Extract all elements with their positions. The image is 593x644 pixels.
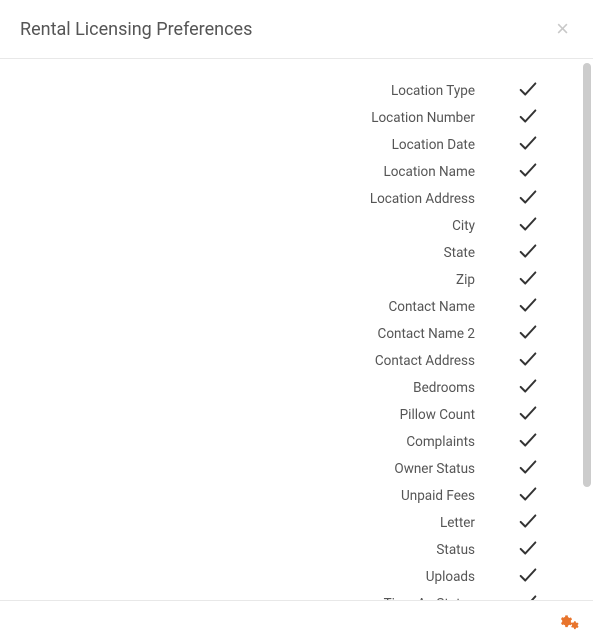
preference-toggle[interactable]	[493, 240, 563, 266]
preference-row: Pillow Count	[10, 401, 563, 428]
preference-label: Location Address	[370, 191, 475, 207]
check-icon	[517, 213, 539, 239]
preference-label: Location Type	[391, 83, 475, 99]
preference-toggle[interactable]	[493, 321, 563, 347]
preference-row: Status	[10, 536, 563, 563]
preference-toggle[interactable]	[493, 267, 563, 293]
preference-row: Location Address	[10, 185, 563, 212]
preference-row: Contact Name 2	[10, 320, 563, 347]
check-icon	[517, 510, 539, 536]
preference-label: Location Name	[383, 164, 475, 180]
check-icon	[517, 321, 539, 347]
preferences-list: Location Type Location Number Location Dat…	[10, 77, 563, 600]
preference-label: Contact Name 2	[378, 326, 475, 342]
modal-body: Location Type Location Number Location Dat…	[0, 59, 593, 601]
settings-gear-icon[interactable]	[557, 613, 579, 635]
preference-label: Owner Status	[394, 461, 475, 477]
check-icon	[517, 105, 539, 131]
preference-label: Location Number	[371, 110, 475, 126]
check-icon	[517, 267, 539, 293]
check-icon	[517, 375, 539, 401]
preference-label: Uploads	[426, 569, 475, 585]
preference-toggle[interactable]	[493, 105, 563, 131]
preference-label: Contact Address	[375, 353, 475, 369]
preference-row: State	[10, 239, 563, 266]
check-icon	[517, 402, 539, 428]
preference-row: City	[10, 212, 563, 239]
close-icon: ×	[556, 16, 569, 41]
modal-header: Rental Licensing Preferences ×	[0, 0, 593, 59]
preference-label: City	[452, 218, 475, 234]
preference-toggle[interactable]	[493, 294, 563, 320]
preference-toggle[interactable]	[493, 483, 563, 509]
preference-row: Location Name	[10, 158, 563, 185]
modal-footer	[0, 604, 593, 644]
preference-row: Time As Status	[10, 590, 563, 600]
preference-label: Time As Status	[384, 596, 475, 601]
check-icon	[517, 483, 539, 509]
preference-toggle[interactable]	[493, 348, 563, 374]
preference-toggle[interactable]	[493, 591, 563, 601]
preference-row: Location Number	[10, 104, 563, 131]
preference-toggle[interactable]	[493, 78, 563, 104]
preference-label: Unpaid Fees	[401, 488, 475, 504]
preference-row: Unpaid Fees	[10, 482, 563, 509]
preference-toggle[interactable]	[493, 429, 563, 455]
preference-row: Zip	[10, 266, 563, 293]
preference-row: Bedrooms	[10, 374, 563, 401]
check-icon	[517, 294, 539, 320]
modal-title: Rental Licensing Preferences	[20, 19, 252, 40]
check-icon	[517, 456, 539, 482]
preference-label: Complaints	[406, 434, 475, 450]
preference-label: Letter	[440, 515, 475, 531]
preference-label: Location Date	[392, 137, 475, 153]
check-icon	[517, 591, 539, 601]
preference-toggle[interactable]	[493, 537, 563, 563]
scrollbar-thumb[interactable]	[583, 63, 591, 487]
check-icon	[517, 186, 539, 212]
preference-toggle[interactable]	[493, 564, 563, 590]
check-icon	[517, 78, 539, 104]
preference-row: Location Date	[10, 131, 563, 158]
preference-label: Status	[436, 542, 475, 558]
preference-row: Complaints	[10, 428, 563, 455]
preference-row: Location Type	[10, 77, 563, 104]
preference-row: Contact Address	[10, 347, 563, 374]
preference-toggle[interactable]	[493, 159, 563, 185]
preference-toggle[interactable]	[493, 402, 563, 428]
preference-row: Contact Name	[10, 293, 563, 320]
preference-label: Contact Name	[388, 299, 475, 315]
preference-toggle[interactable]	[493, 456, 563, 482]
preference-toggle[interactable]	[493, 213, 563, 239]
preference-label: Pillow Count	[400, 407, 475, 423]
preferences-scroll-area[interactable]: Location Type Location Number Location Dat…	[0, 59, 593, 600]
close-button[interactable]: ×	[552, 18, 573, 40]
preference-toggle[interactable]	[493, 375, 563, 401]
preference-row: Owner Status	[10, 455, 563, 482]
preference-label: Bedrooms	[413, 380, 475, 396]
check-icon	[517, 348, 539, 374]
check-icon	[517, 537, 539, 563]
preference-label: State	[444, 245, 475, 261]
preference-row: Letter	[10, 509, 563, 536]
check-icon	[517, 159, 539, 185]
preference-toggle[interactable]	[493, 510, 563, 536]
check-icon	[517, 132, 539, 158]
check-icon	[517, 564, 539, 590]
preference-row: Uploads	[10, 563, 563, 590]
check-icon	[517, 240, 539, 266]
preference-toggle[interactable]	[493, 132, 563, 158]
preference-label: Zip	[456, 272, 475, 288]
check-icon	[517, 429, 539, 455]
preference-toggle[interactable]	[493, 186, 563, 212]
